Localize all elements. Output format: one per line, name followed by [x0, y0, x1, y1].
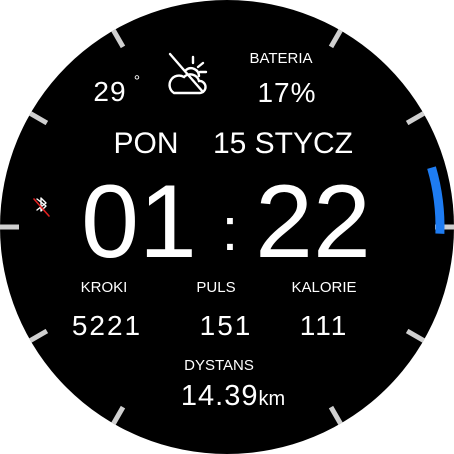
time-hours: 01: [81, 164, 197, 280]
time-minutes: 22: [255, 164, 371, 280]
time-separator: :: [222, 196, 239, 263]
battery-widget: BATERIA 17%: [249, 50, 316, 108]
distance-label: DYSTANS: [184, 357, 254, 374]
calories-label: KALORIE: [291, 279, 356, 296]
steps-label: KROKI: [81, 279, 128, 296]
battery-value: 17%: [257, 77, 316, 108]
battery-label: BATERIA: [249, 50, 312, 67]
date-row: PON 15 STYCZ: [113, 127, 353, 160]
steps-value: 5221: [72, 310, 142, 341]
degree-symbol: °: [134, 73, 140, 90]
temperature-value: 29: [93, 76, 126, 107]
watch-face: 29 ° BATERIA 17% PON 15 STYCZ 01 : 22 KR…: [0, 0, 454, 454]
pulse-value: 151: [200, 310, 253, 341]
distance-value: 14.39: [181, 380, 259, 412]
day-month: 15 STYCZ: [213, 127, 353, 160]
pulse-label: PULS: [196, 279, 235, 296]
calories-value: 111: [300, 310, 349, 341]
distance-unit: km: [258, 388, 285, 410]
stats-row: KROKI 5221 PULS 151 KALORIE 111: [72, 279, 357, 341]
weekday: PON: [113, 127, 178, 160]
